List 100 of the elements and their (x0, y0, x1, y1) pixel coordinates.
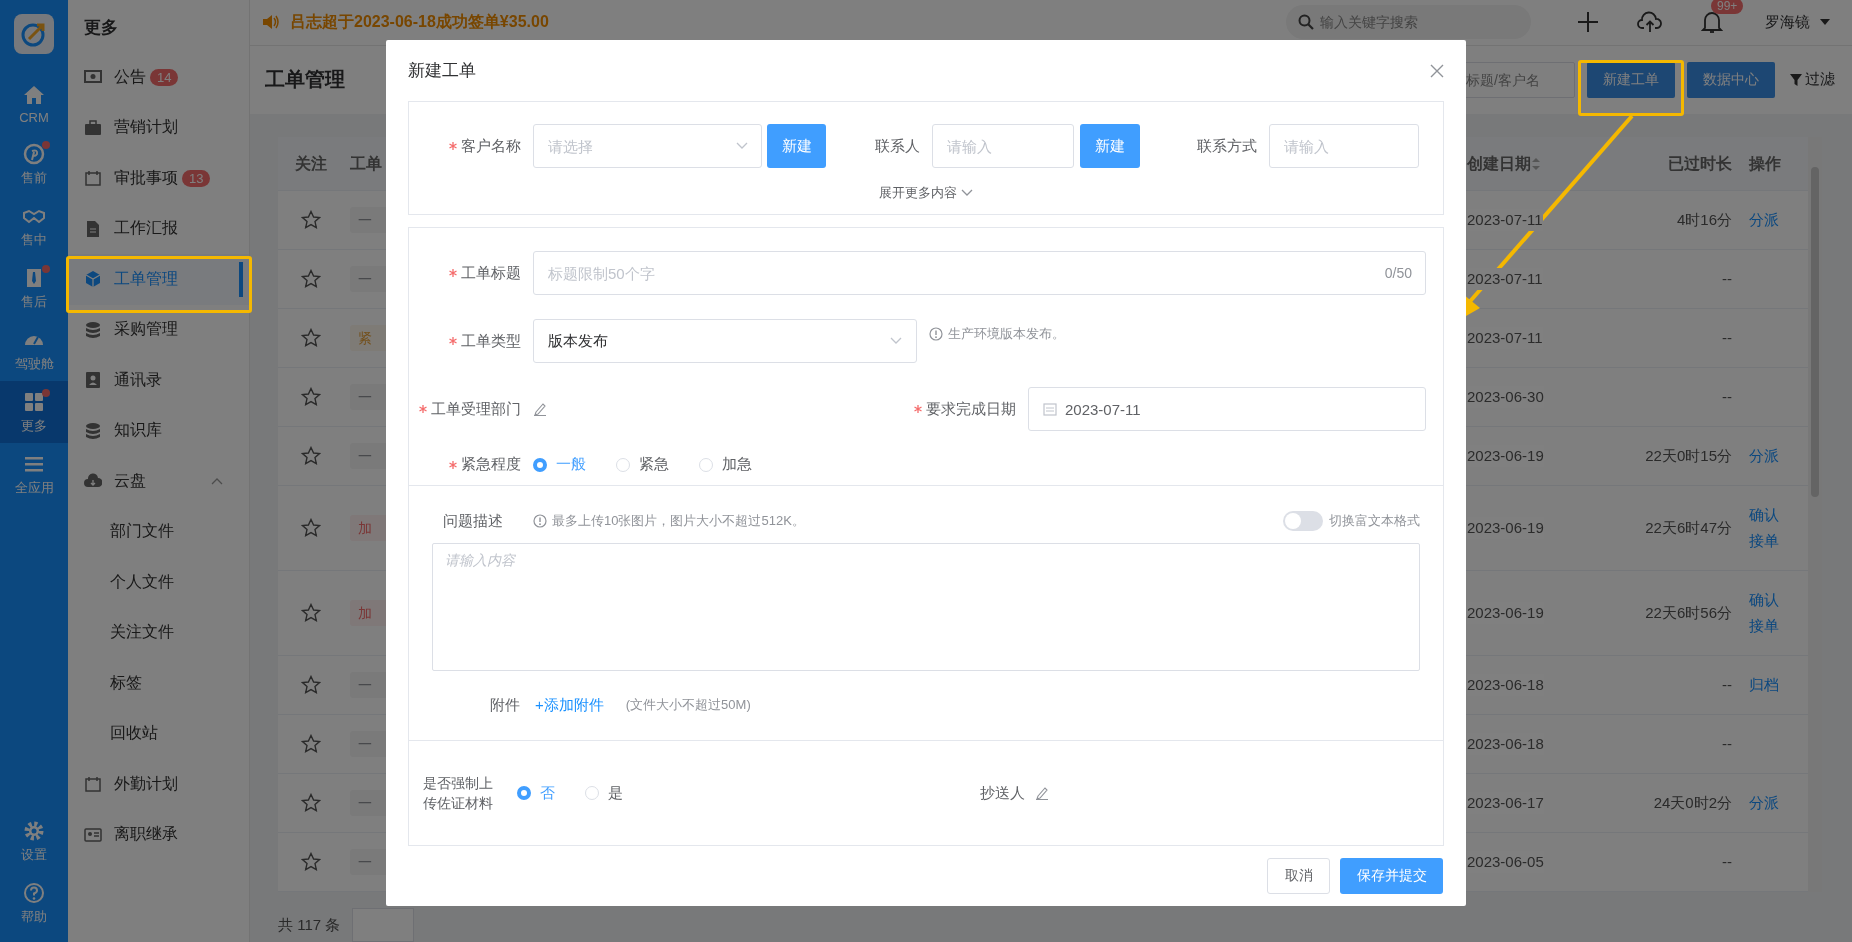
notification-badge: 99+ (1711, 0, 1744, 15)
plus-icon (1577, 11, 1599, 34)
radio-option[interactable]: 一般 (533, 455, 586, 474)
star-icon[interactable] (300, 675, 321, 695)
toggle-switch[interactable] (1283, 511, 1323, 531)
new-button[interactable]: 新建 (767, 124, 826, 168)
field-label: 联系人 (875, 136, 920, 156)
sidebar-subitem[interactable]: 标签 (68, 658, 249, 709)
radio-option[interactable]: 加急 (699, 455, 752, 474)
radio-option[interactable]: 紧急 (616, 455, 669, 474)
action-link[interactable]: 归档 (1749, 672, 1781, 698)
rail-item[interactable]: 设置 (0, 810, 68, 872)
char-counter: 0/50 (1384, 265, 1412, 281)
sidebar-item[interactable]: 通讯录 (68, 355, 249, 406)
database-icon (84, 320, 102, 339)
star-icon[interactable] (300, 387, 321, 407)
dialog-title: 新建工单 (408, 60, 476, 82)
action-link[interactable]: 分派 (1749, 790, 1781, 816)
sort-icon (1531, 156, 1541, 171)
calendar-icon (84, 775, 102, 794)
rail-item[interactable]: 全应用 (0, 443, 68, 505)
star-icon[interactable] (300, 518, 321, 538)
table-cell-text: 24天0时2分 (1653, 793, 1732, 813)
edit-button[interactable] (533, 402, 547, 416)
field-label: 客户名称 (461, 136, 521, 156)
rail-item[interactable]: 更多 (0, 381, 68, 443)
action-link[interactable]: 确认接单 (1749, 587, 1781, 639)
close-button[interactable] (1430, 63, 1444, 78)
contact-field[interactable]: 请输入 (932, 124, 1074, 168)
edit-button[interactable] (1035, 786, 1049, 800)
user-name[interactable]: 罗海镜 (1765, 12, 1810, 32)
star-icon[interactable] (300, 793, 321, 813)
rail-item[interactable]: 帮助 (0, 872, 68, 934)
field-label: 附件 (489, 695, 520, 715)
new-button[interactable]: 新建 (1080, 124, 1140, 168)
table-cell-text: 4时16分 (1676, 210, 1732, 230)
expand-link[interactable]: 展开更多内容 (409, 184, 1443, 202)
app-logo[interactable] (14, 14, 54, 54)
table-cell-text: -- (1722, 734, 1732, 754)
toggle-label: 切换富文本格式 (1329, 512, 1420, 530)
rail-item[interactable]: 售后 (0, 257, 68, 319)
description-field[interactable]: 请输入内容 (432, 543, 1420, 671)
star-icon[interactable] (300, 734, 321, 754)
action-link[interactable]: 分派 (1749, 207, 1781, 233)
sidebar-item[interactable]: 云盘 (68, 456, 249, 507)
radio-option[interactable]: 是 (585, 783, 623, 803)
sidebar-item[interactable]: 审批事项 13 (68, 153, 249, 204)
action-link[interactable]: 确认接单 (1749, 502, 1781, 554)
sidebar-subitem[interactable]: 回收站 (68, 708, 249, 759)
field-label: 问题描述 (443, 511, 503, 531)
rail-item[interactable]: 售前 (0, 133, 68, 195)
sidebar-item[interactable]: 外勤计划 (68, 759, 249, 810)
field-label: 联系方式 (1197, 136, 1257, 156)
briefcase-icon (84, 118, 102, 137)
chevron-up-icon[interactable] (211, 477, 223, 486)
contact-method-field[interactable]: 请输入 (1269, 124, 1419, 168)
rail-item[interactable]: 售中 (0, 195, 68, 257)
table-cell-text: -- (1722, 328, 1732, 348)
add-attachment-link[interactable]: +添加附件 (535, 692, 604, 718)
sidebar-title: 更多 (83, 17, 119, 39)
sidebar-item[interactable]: 营销计划 (68, 102, 249, 153)
customer-select[interactable]: 请选择 (533, 124, 762, 168)
type-select[interactable]: 版本发布 (533, 319, 917, 363)
filter-button[interactable]: 过滤 (1790, 70, 1835, 90)
cloud-upload-icon (1637, 11, 1663, 34)
star-icon[interactable] (300, 328, 321, 348)
column-header: 操作 (1749, 153, 1781, 174)
sidebar-item[interactable]: 公告 14 (68, 52, 249, 103)
toolbar-button[interactable]: 新建工单 (1587, 61, 1675, 98)
sidebar-item[interactable]: 知识库 (68, 405, 249, 456)
chevron-down-icon (736, 142, 748, 150)
hint-text: 生产环境版本发布。 (948, 325, 1065, 343)
radio-option[interactable]: 否 (517, 783, 555, 803)
table-cell-text: 22天6时56分 (1645, 603, 1732, 623)
submit-button[interactable]: 保存并提交 (1340, 858, 1443, 894)
sidebar-item[interactable]: 工单管理 (68, 254, 249, 305)
field-label: 紧急程度 (461, 455, 521, 474)
rail-item[interactable]: 驾驶舱 (0, 319, 68, 381)
action-link[interactable]: 分派 (1749, 443, 1781, 469)
star-icon[interactable] (300, 446, 321, 466)
field-label: 抄送人 (980, 783, 1025, 803)
cancel-button[interactable]: 取消 (1267, 858, 1330, 894)
star-icon[interactable] (300, 269, 321, 289)
database-icon (84, 421, 102, 440)
close-icon (1430, 63, 1444, 78)
sidebar-item[interactable]: 离职继承 (68, 809, 249, 860)
date-field[interactable]: 2023-07-11 (1028, 387, 1426, 431)
sidebar-subitem[interactable]: 关注文件 (68, 607, 249, 658)
sidebar-subitem[interactable]: 部门文件 (68, 506, 249, 557)
star-icon[interactable] (300, 210, 321, 230)
speaker-icon (262, 14, 280, 31)
sidebar-item[interactable]: 工作汇报 (68, 203, 249, 254)
star-icon[interactable] (300, 603, 321, 623)
table-cell-text: 22天0时15分 (1645, 446, 1732, 466)
column-header: 工单 (350, 153, 382, 174)
star-icon[interactable] (300, 852, 321, 872)
rail-item[interactable]: CRM (0, 74, 68, 133)
id-card-icon (84, 825, 102, 844)
toolbar-button[interactable]: 数据中心 (1687, 61, 1775, 98)
sidebar-subitem[interactable]: 个人文件 (68, 557, 249, 608)
